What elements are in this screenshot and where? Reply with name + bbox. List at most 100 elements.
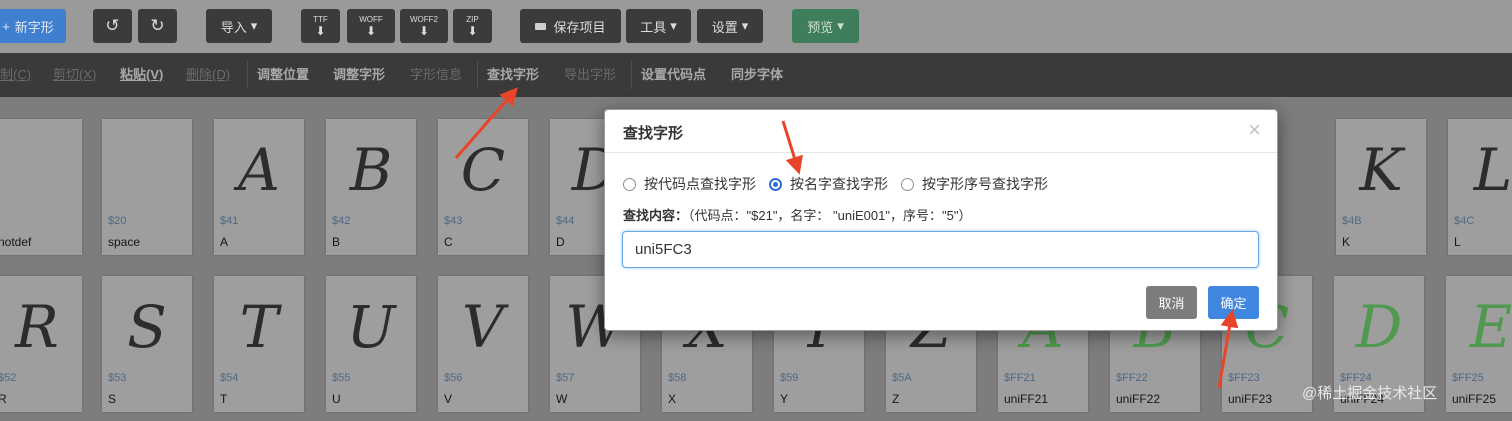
export-ttf-button[interactable]: TTF ⬇ [301,9,340,43]
glyph-name: V [444,392,453,406]
toolbar: + 新字形 ↺ ↻ 导入 ▾ TTF ⬇ WOFF ⬇ WOFF2 ⬇ ZIP … [0,0,1512,53]
glyph-name: R [0,392,7,406]
export-woff-button[interactable]: WOFF ⬇ [347,9,395,43]
glyph-code: $58 [668,372,687,384]
search-input[interactable] [622,231,1259,268]
chevron-down-icon: ▾ [741,18,749,33]
radio-by-name[interactable]: 按名字查找字形 [769,174,888,194]
tools-dropdown[interactable]: 工具 ▾ [626,9,691,43]
glyph-preview: A [238,136,280,204]
glyph-card[interactable]: T $54 T [214,276,304,412]
menu-set-codepoint[interactable]: 设置代码点 [641,53,706,97]
undo-button[interactable]: ↺ [93,9,132,43]
export-zip-button[interactable]: ZIP ⬇ [453,9,492,43]
glyph-name: D [556,235,565,249]
new-glyph-button[interactable]: + 新字形 [0,9,66,43]
preview-label: 预览 [807,19,834,35]
radio-by-codepoint[interactable]: 按代码点查找字形 [623,174,756,194]
radio-circle-icon[interactable] [769,177,782,191]
glyph-name: Z [892,392,900,406]
glyph-name: S [108,392,117,406]
glyph-card[interactable]: A $41 A [214,119,304,255]
export-woff2-button[interactable]: WOFF2 ⬇ [400,9,448,43]
glyph-code: $43 [444,215,463,227]
import-label: 导入 [220,19,247,35]
download-icon: ⬇ [365,24,377,38]
menu-paste[interactable]: 粘贴(V) [120,53,163,97]
redo-button[interactable]: ↻ [138,9,177,43]
menu-export-glyph[interactable]: 导出字形 [564,53,616,97]
glyph-card[interactable]: E $FF25 uniFF25 [1446,276,1512,412]
glyph-preview: U [346,293,396,361]
glyph-card[interactable]: K $4B K [1336,119,1426,255]
glyph-code: $20 [108,215,127,227]
chevron-down-icon: ▾ [670,18,677,33]
glyph-code: $41 [220,215,239,227]
redo-icon: ↻ [150,16,165,35]
glyph-name: notdef [0,235,32,249]
radio-circle-icon[interactable] [901,177,914,191]
menu-find-glyph[interactable]: 查找字形 [487,53,539,97]
glyph-preview: T [239,293,279,361]
download-icon: ⬇ [467,24,478,38]
settings-dropdown[interactable]: 设置 ▾ [697,9,763,43]
menu-cut[interactable]: 剪切(X) [53,53,96,97]
find-glyph-dialog: 查找字形 × 按代码点查找字形 按名字查找字形 按字形序号查找字形 查找内容：（… [604,109,1278,331]
glyph-preview: E [1469,293,1512,361]
glyph-code: $53 [108,372,127,384]
glyph-preview: B [349,136,393,204]
glyph-name: A [220,235,229,249]
chevron-down-icon: ▾ [250,18,258,33]
glyph-preview: C [460,136,506,204]
glyph-card[interactable]: notdef [0,119,82,255]
glyph-preview: L [1473,136,1512,204]
glyph-code: $FF23 [1228,372,1260,384]
radio-label: 按代码点查找字形 [644,176,756,192]
tools-label: 工具 [640,19,667,35]
drive-icon [535,22,547,30]
glyph-name: U [332,392,341,406]
menu-sync-font[interactable]: 同步字体 [731,53,783,97]
menu-divider [477,61,478,89]
glyph-code: $56 [444,372,463,384]
search-content-label: 查找内容：（代码点："$21"，名字： "uniE001"，序号："5"） [623,205,971,224]
settings-label: 设置 [711,19,738,35]
glyph-code: $44 [556,215,575,227]
confirm-button[interactable]: 确定 [1208,286,1259,319]
watermark: @稀土掘金技术社区 [1302,385,1438,402]
glyph-preview: K [1359,136,1403,204]
dialog-title: 查找字形 [623,125,684,142]
glyph-card[interactable]: L $4C L [1448,119,1512,255]
undo-icon: ↺ [105,16,120,35]
close-icon[interactable]: × [1248,119,1261,141]
cancel-button[interactable]: 取消 [1146,286,1197,319]
plus-icon: + [2,18,10,34]
menu-copy[interactable]: 制(C) [0,53,31,97]
menu-adjust-position[interactable]: 调整位置 [257,53,309,97]
menu-delete[interactable]: 删除(D) [186,53,230,97]
glyph-card[interactable]: U $55 U [326,276,416,412]
glyph-card[interactable]: B $42 B [326,119,416,255]
glyph-code: $42 [332,215,351,227]
menu-divider [247,61,248,89]
radio-label: 按名字查找字形 [790,176,888,192]
radio-by-index[interactable]: 按字形序号查找字形 [901,174,1048,194]
glyph-name: space [108,235,141,249]
glyph-card[interactable]: S $53 S [102,276,192,412]
glyph-card[interactable]: $20 space [102,119,192,255]
import-dropdown[interactable]: 导入 ▾ [206,9,272,43]
dialog-header: 查找字形 × [605,110,1277,153]
chevron-down-icon: ▾ [837,18,844,33]
menu-glyph-info[interactable]: 字形信息 [410,53,462,97]
glyph-card[interactable]: V $56 V [438,276,528,412]
preview-dropdown[interactable]: 预览 ▾ [792,9,859,43]
radio-circle-icon[interactable] [623,177,636,191]
menu-adjust-glyph[interactable]: 调整字形 [333,53,385,97]
glyph-card[interactable]: R $52 R [0,276,82,412]
glyph-card[interactable]: C $43 C [438,119,528,255]
glyph-code: $4B [1342,215,1362,227]
save-project-button[interactable]: 保存项目 [520,9,621,43]
glyph-code: $FF22 [1116,372,1148,384]
glyph-code: $54 [220,372,239,384]
glyph-code: $4C [1454,215,1475,227]
